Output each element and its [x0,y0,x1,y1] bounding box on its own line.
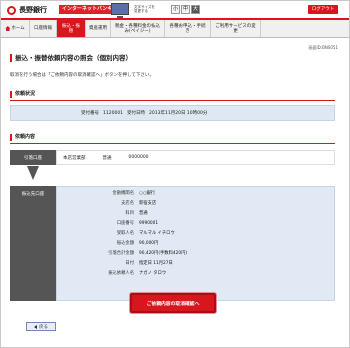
source-branch: 本店営業部 [63,155,86,161]
nav-item-transfer[interactable]: 振込・振替 [57,20,86,37]
monitor-icon [111,3,129,18]
status-section-heading: 依頼状況 [10,91,35,98]
bank-logo[interactable]: 長野銀行 [7,5,47,15]
nav-item-label: 振込・振替 [62,23,80,34]
source-account-number: 0000000 [128,155,149,160]
font-size-medium-button[interactable]: 中 [181,5,190,14]
site-header: 長野銀行 インターネットバンキング 文字サイズを変更する 小 中 大 ログアウト [1,1,349,18]
detail-value: マルマル イチロウ [139,231,175,236]
detail-value: 9990001 [139,221,159,226]
detail-value: 指定日 11月27日 [139,261,173,266]
nav-item-applications[interactable]: 各種お申込・手続き [165,20,211,37]
detail-label: 日付 [125,261,134,266]
receipt-number-label: 受付番号 [81,111,99,116]
bank-logo-icon [7,5,16,15]
detail-row: 日付 指定日 11月27日 [57,260,334,268]
detail-row: 振込金額 90,000円 [57,240,334,248]
detail-value: ナガノ タロウ [139,271,167,276]
detail-row: 口座番号 9990001 [57,220,334,228]
detail-value: 90,420円(手数料420円) [139,251,188,256]
receipt-date-label: 受付日時 [127,111,146,116]
down-arrow-icon [27,166,39,180]
section-divider [10,100,335,101]
destination-details: 金融機関名 ○○銀行 支店名 新宿支店 科目 普通 口座番号 9990001 受… [56,186,335,301]
detail-label: 引落合計金額 [108,251,134,256]
bank-name: 長野銀行 [19,6,47,14]
destination-account-tag: 振込先口座 [10,186,56,301]
font-size-large-button[interactable]: 大 [191,5,200,14]
back-arrow-icon [34,324,37,329]
nav-item-account-info[interactable]: 口座情報 [30,20,57,37]
detail-value: ○○銀行 [139,191,156,196]
detail-label: 振込金額 [116,241,134,246]
main-nav: ホーム 口座情報 振込・振替 資産運用 税金・各種料金の払込み(ペイジー) 各種… [1,18,349,38]
back-button[interactable]: 戻る [26,322,56,331]
content-section-heading: 依頼内容 [10,134,35,141]
font-size-label: 文字サイズを変更する [134,5,155,13]
nav-item-label: 各種お申込・手続き [169,23,206,34]
source-account-type: 普通 [102,155,112,161]
detail-row: 受取人名 マルマル イチロウ [57,230,334,238]
nav-item-service-settings[interactable]: ご利用サービスの変更 [211,20,261,37]
detail-row: 科目 普通 [57,210,334,218]
nav-item-asset-management[interactable]: 資産運用 [86,20,111,37]
font-size-small-button[interactable]: 小 [171,5,180,14]
screen-id: 画面ID:BNS051 [308,45,338,50]
detail-value: 90,000円 [139,241,159,246]
nav-item-label: 口座情報 [34,26,52,31]
source-account-tag: 引落口座 [10,150,56,165]
status-row: 受付番号 1120001 受付日時 2013年11月20日 10時00分 [10,105,335,121]
detail-label: 支店名 [121,201,134,206]
receipt-date: 2013年11月20日 10時00分 [149,111,208,116]
detail-label: 振込依頼人名 [108,271,134,276]
detail-label: 金融機関名 [112,191,134,196]
instruction-text: 取消を行う場合は「ご依頼内容の取消確認へ」ボタンを押して下さい。 [10,73,154,78]
confirm-cancel-button[interactable]: ご依頼内容の取消確認へ [130,293,216,313]
detail-row: 金融機関名 ○○銀行 [57,190,334,198]
detail-label: 受取人名 [116,231,134,236]
home-icon [5,26,11,31]
receipt-number: 1120001 [103,110,124,116]
detail-label: 科目 [125,211,134,216]
nav-item-label: 税金・各種料金の払込み(ペイジー) [115,23,160,34]
source-account-row: 本店営業部 普通 0000000 [56,150,335,165]
page-title: 振込・振替依頼内容の照会（個別内容） [10,54,132,62]
detail-row: 振込依頼人名 ナガノ タロウ [57,270,334,278]
nav-item-label: 資産運用 [89,26,107,31]
back-button-label: 戻る [39,324,48,330]
nav-item-payeasy[interactable]: 税金・各種料金の払込み(ペイジー) [111,20,165,37]
detail-value: 新宿支店 [139,201,157,206]
nav-item-label: ご利用サービスの変更 [215,23,256,34]
logout-button[interactable]: ログアウト [308,5,338,14]
nav-item-label: ホーム [11,26,25,31]
section-divider [10,143,335,144]
nav-item-home[interactable]: ホーム [1,20,30,37]
detail-row: 支店名 新宿支店 [57,200,334,208]
detail-label: 口座番号 [116,221,134,226]
detail-value: 普通 [139,211,148,216]
detail-row: 引落合計金額 90,420円(手数料420円) [57,250,334,258]
